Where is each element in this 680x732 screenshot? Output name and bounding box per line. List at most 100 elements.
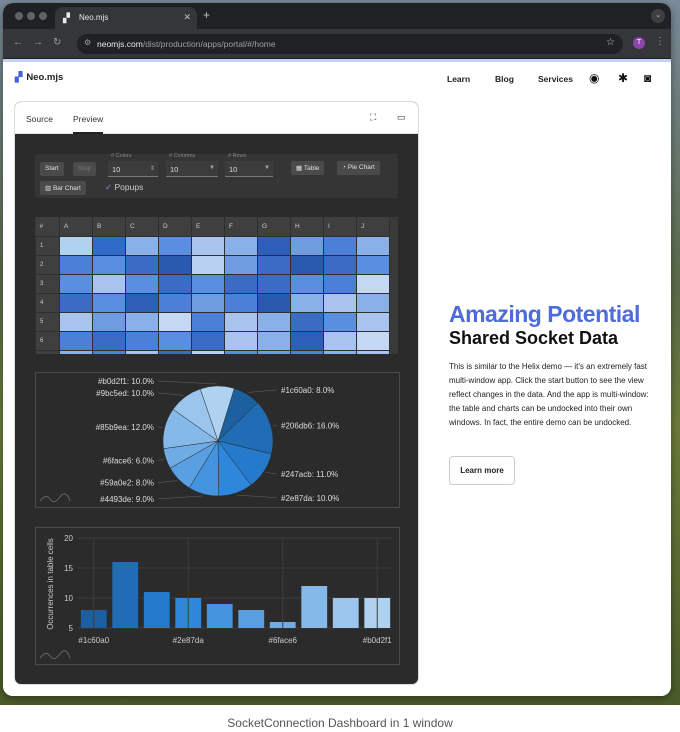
table-cell[interactable] (92, 254, 126, 275)
table-cell[interactable] (224, 311, 258, 332)
tab-source[interactable]: Source (26, 114, 53, 124)
chevron-down-icon[interactable]: ▼ (264, 165, 270, 171)
table-cell[interactable] (356, 349, 390, 354)
table-cell[interactable] (125, 273, 159, 294)
table-cell[interactable] (92, 235, 126, 256)
table-cell[interactable] (356, 235, 390, 256)
browser-tab[interactable]: ▞ Neo.mjs ✕ (55, 7, 197, 29)
columns-select[interactable]: # Columns 10 ▼ (166, 153, 218, 177)
table-cell[interactable] (158, 349, 192, 354)
table-cell[interactable] (59, 311, 93, 332)
nav-learn[interactable]: Learn (447, 74, 470, 84)
table-cell[interactable] (158, 235, 192, 256)
table-cell[interactable] (323, 254, 357, 275)
address-bar[interactable]: ⚙ neomjs.com/dist/production/apps/portal… (77, 34, 623, 54)
table-cell[interactable] (323, 311, 357, 332)
table-cell[interactable] (257, 349, 291, 354)
table-cell[interactable] (290, 273, 324, 294)
maximize-window-dot[interactable] (39, 12, 47, 20)
forward-icon[interactable]: → (33, 37, 43, 48)
nav-blog[interactable]: Blog (495, 74, 514, 84)
tab-preview[interactable]: Preview (73, 114, 104, 134)
table-cell[interactable] (257, 330, 291, 351)
undock-window-icon[interactable]: ▭ (397, 112, 406, 123)
table-cell[interactable] (125, 292, 159, 313)
browser-menu-icon[interactable]: ⋮ (655, 36, 665, 47)
table-cell[interactable] (59, 349, 93, 354)
stop-button[interactable]: Stop (73, 162, 97, 176)
table-cell[interactable] (92, 330, 126, 351)
discord-icon[interactable]: ◙ (644, 71, 651, 85)
table-cell[interactable] (356, 311, 390, 332)
bookmark-star-icon[interactable]: ☆ (606, 37, 615, 48)
slack-icon[interactable]: ✱ (618, 71, 628, 85)
table-cell[interactable] (290, 311, 324, 332)
pie-chart-button[interactable]: ◔ Pie Chart (337, 161, 380, 175)
table-cell[interactable] (224, 330, 258, 351)
site-logo[interactable]: ▞ Neo.mjs (15, 72, 63, 83)
table-cell[interactable] (158, 330, 192, 351)
table-cell[interactable] (92, 273, 126, 294)
table-cell[interactable] (59, 330, 93, 351)
table-cell[interactable] (125, 330, 159, 351)
table-cell[interactable] (158, 254, 192, 275)
table-cell[interactable] (125, 235, 159, 256)
table-cell[interactable] (290, 292, 324, 313)
popups-checkbox[interactable]: ✓ Popups (105, 182, 143, 193)
table-cell[interactable] (257, 273, 291, 294)
table-cell[interactable] (257, 254, 291, 275)
table-cell[interactable] (59, 235, 93, 256)
table-cell[interactable] (191, 349, 225, 354)
learn-more-button[interactable]: Learn more (449, 456, 515, 485)
tab-search-icon[interactable]: ⌄ (651, 9, 665, 23)
table-cell[interactable] (356, 254, 390, 275)
chevron-down-icon[interactable]: ▼ (209, 165, 215, 171)
table-cell[interactable] (92, 311, 126, 332)
colors-stepper[interactable]: # Colors 10 ⇕ (108, 153, 158, 177)
table-cell[interactable] (191, 254, 225, 275)
table-cell[interactable] (191, 311, 225, 332)
site-settings-icon[interactable]: ⚙ (84, 38, 91, 47)
table-cell[interactable] (290, 349, 324, 354)
table-button[interactable]: ▦ Table (291, 161, 325, 175)
profile-avatar[interactable]: T (633, 37, 645, 49)
table-cell[interactable] (191, 330, 225, 351)
rows-select[interactable]: # Rows 10 ▼ (225, 153, 273, 177)
table-cell[interactable] (257, 311, 291, 332)
table-cell[interactable] (356, 273, 390, 294)
table-cell[interactable] (290, 330, 324, 351)
table-cell[interactable] (125, 254, 159, 275)
table-cell[interactable] (290, 254, 324, 275)
start-button[interactable]: Start (40, 162, 64, 176)
table-cell[interactable] (224, 235, 258, 256)
table-cell[interactable] (323, 235, 357, 256)
table-cell[interactable] (224, 349, 258, 354)
stepper-arrows-icon[interactable]: ⇕ (150, 165, 155, 172)
github-icon[interactable]: ◉ (589, 71, 599, 85)
table-cell[interactable] (224, 292, 258, 313)
minimize-window-dot[interactable] (27, 12, 35, 20)
table-cell[interactable] (158, 292, 192, 313)
close-tab-icon[interactable]: ✕ (183, 12, 191, 23)
table-cell[interactable] (92, 349, 126, 354)
table-cell[interactable] (125, 311, 159, 332)
fullscreen-icon[interactable]: ⛶ (370, 112, 376, 123)
table-cell[interactable] (224, 273, 258, 294)
table-cell[interactable] (224, 254, 258, 275)
table-cell[interactable] (59, 273, 93, 294)
nav-services[interactable]: Services (538, 74, 573, 84)
reload-icon[interactable]: ↻ (53, 37, 61, 48)
table-cell[interactable] (323, 349, 357, 354)
table-cell[interactable] (257, 292, 291, 313)
table-cell[interactable] (92, 292, 126, 313)
bar-chart-button[interactable]: ▥ Bar Chart (40, 181, 86, 195)
table-cell[interactable] (191, 235, 225, 256)
new-tab-icon[interactable]: + (203, 8, 210, 22)
table-cell[interactable] (323, 273, 357, 294)
table-cell[interactable] (290, 235, 324, 256)
table-cell[interactable] (59, 254, 93, 275)
table-cell[interactable] (158, 311, 192, 332)
table-cell[interactable] (59, 292, 93, 313)
table-cell[interactable] (191, 292, 225, 313)
table-cell[interactable] (356, 330, 390, 351)
